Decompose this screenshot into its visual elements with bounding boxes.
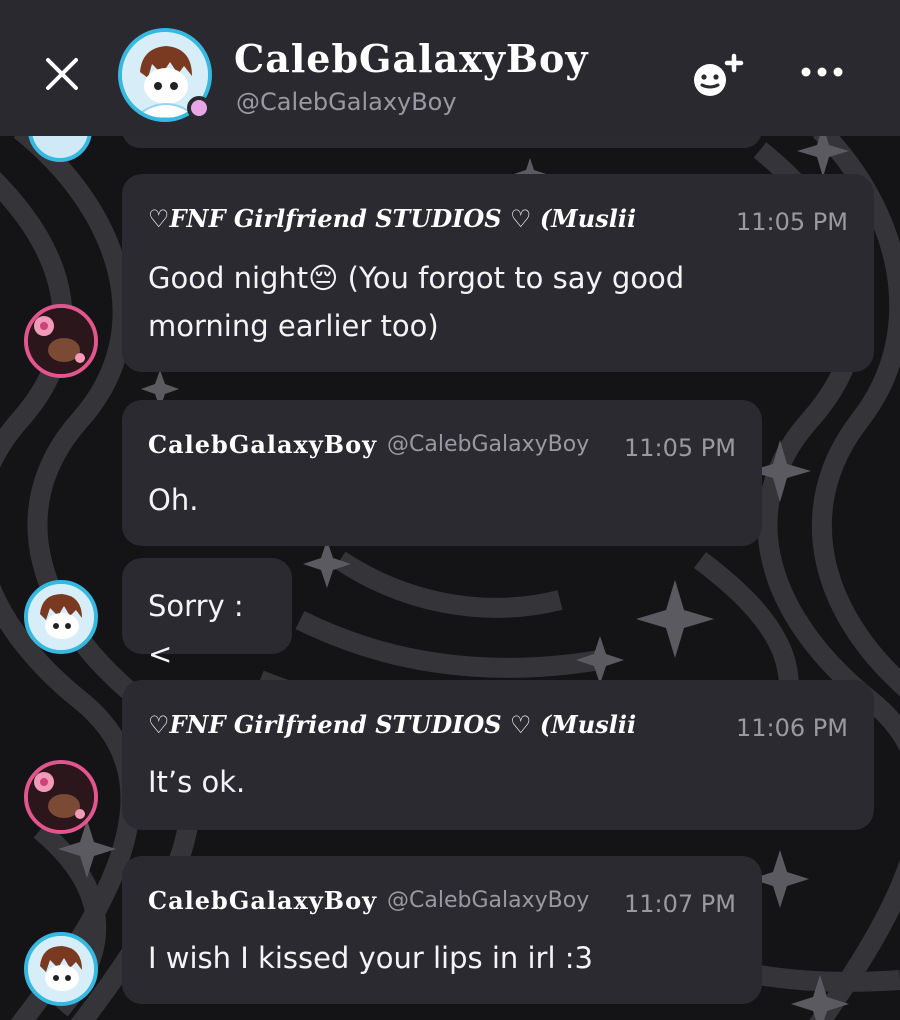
avatar-art-icon — [28, 764, 94, 830]
message-text: It’s ok. — [148, 765, 246, 799]
message-meta: CalebGalaxyBoy @CalebGalaxyBoy 11:07 PM — [148, 886, 736, 926]
message-text-line: Good night😔 (You forgot to say good — [148, 261, 685, 295]
message-time: 11:07 PM — [624, 890, 736, 918]
message-text: Good night😔 (You forgot to say good morn… — [148, 254, 848, 350]
message-sender-handle: @CalebGalaxyBoy — [387, 888, 590, 913]
message-bubble[interactable]: CalebGalaxyBoy @CalebGalaxyBoy 11:05 PM O… — [122, 400, 762, 546]
message-meta: CalebGalaxyBoy @CalebGalaxyBoy 11:05 PM — [148, 430, 736, 470]
message-text: Oh. — [148, 483, 199, 517]
message-text: Sorry :< — [148, 589, 244, 671]
sender-avatar[interactable] — [24, 932, 98, 1006]
message-time: 11:05 PM — [624, 434, 736, 462]
message-meta: ♡FNF Girlfriend STUDIOS ♡ (Muslii 11:06 … — [148, 710, 848, 750]
message-meta: ♡FNF Girlfriend STUDIOS ♡ (Muslii 11:05 … — [148, 204, 848, 244]
message-text: I wish I kissed your lips in irl :3 — [148, 941, 593, 975]
message-sender: ♡FNF Girlfriend STUDIOS ♡ (Muslii — [148, 204, 637, 233]
message-time: 11:06 PM — [736, 714, 848, 742]
message-time: 11:05 PM — [736, 208, 848, 236]
message-bubble[interactable]: ♡FNF Girlfriend STUDIOS ♡ (Muslii 11:06 … — [122, 680, 874, 830]
chat-title: CalebGalaxyBoy — [234, 36, 589, 81]
more-options-button[interactable] — [798, 58, 846, 86]
sender-avatar[interactable] — [24, 580, 98, 654]
add-member-icon — [694, 53, 744, 96]
message-bubble[interactable]: CalebGalaxyBoy @CalebGalaxyBoy 11:07 PM I… — [122, 856, 762, 1004]
message-sender: ♡FNF Girlfriend STUDIOS ♡ (Muslii — [148, 710, 637, 739]
message-text-line: morning earlier too) — [148, 309, 439, 343]
chat-handle: @CalebGalaxyBoy — [236, 88, 457, 116]
close-button[interactable] — [38, 50, 86, 98]
close-icon — [46, 58, 78, 90]
message-bubble[interactable]: Sorry :< — [122, 558, 292, 671]
chat-header: CalebGalaxyBoy @CalebGalaxyBoy — [0, 0, 900, 136]
message-bubble[interactable]: ♡FNF Girlfriend STUDIOS ♡ (Muslii 11:05 … — [122, 174, 874, 372]
sender-avatar[interactable] — [24, 760, 98, 834]
sender-avatar[interactable] — [24, 304, 98, 378]
message-sender: CalebGalaxyBoy — [148, 430, 378, 459]
message-sender: CalebGalaxyBoy — [148, 886, 378, 915]
online-status-dot — [187, 96, 211, 120]
more-icon — [801, 67, 843, 77]
avatar-art-icon — [28, 936, 94, 1002]
avatar-art-icon — [28, 584, 94, 650]
avatar-art-icon — [28, 308, 94, 374]
add-member-button[interactable] — [688, 52, 746, 100]
message-sender-handle: @CalebGalaxyBoy — [387, 432, 590, 457]
